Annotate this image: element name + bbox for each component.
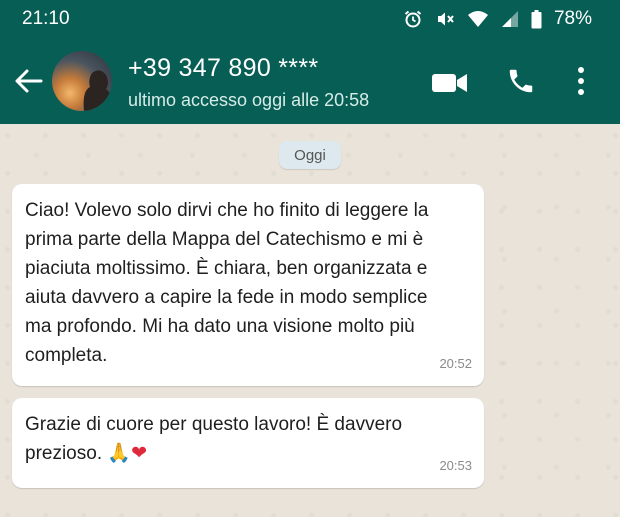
chat-header: +39 347 890 **** ultimo accesso oggi all… bbox=[0, 38, 620, 124]
status-bar: 21:10 78% bbox=[0, 0, 620, 38]
back-arrow-icon[interactable] bbox=[14, 68, 44, 94]
red-heart-emoji: ❤ bbox=[131, 442, 147, 464]
signal-icon bbox=[501, 10, 519, 28]
phone-icon[interactable] bbox=[506, 66, 536, 101]
status-icons: 78% bbox=[403, 8, 592, 30]
battery-icon bbox=[531, 9, 542, 29]
message-text: Grazie di cuore per questo lavoro! È dav… bbox=[25, 414, 403, 464]
message-bubble[interactable]: Grazie di cuore per questo lavoro! È dav… bbox=[12, 398, 484, 488]
date-chip: Oggi bbox=[279, 141, 341, 169]
folded-hands-emoji: 🙏 bbox=[107, 442, 132, 464]
message-time: 20:52 bbox=[439, 356, 472, 371]
video-call-icon[interactable] bbox=[432, 72, 468, 99]
more-options-icon[interactable] bbox=[576, 66, 586, 101]
chat-area[interactable]: Oggi Ciao! Volevo solo dirvi che ho fini… bbox=[0, 124, 620, 517]
avatar[interactable] bbox=[52, 51, 112, 111]
contact-name[interactable]: +39 347 890 **** bbox=[128, 54, 318, 83]
message-body: Grazie di cuore per questo lavoro! È dav… bbox=[25, 410, 470, 468]
message-time: 20:53 bbox=[439, 458, 472, 473]
message-text: Ciao! Volevo solo dirvi che ho finito di… bbox=[25, 200, 429, 366]
contact-status: ultimo accesso oggi alle 20:58 bbox=[128, 90, 370, 110]
status-time: 21:10 bbox=[22, 8, 70, 29]
wifi-icon bbox=[467, 10, 489, 28]
alarm-icon bbox=[403, 9, 423, 29]
mute-icon bbox=[435, 9, 455, 29]
battery-percent: 78% bbox=[553, 8, 592, 29]
message-bubble[interactable]: Ciao! Volevo solo dirvi che ho finito di… bbox=[12, 184, 484, 386]
